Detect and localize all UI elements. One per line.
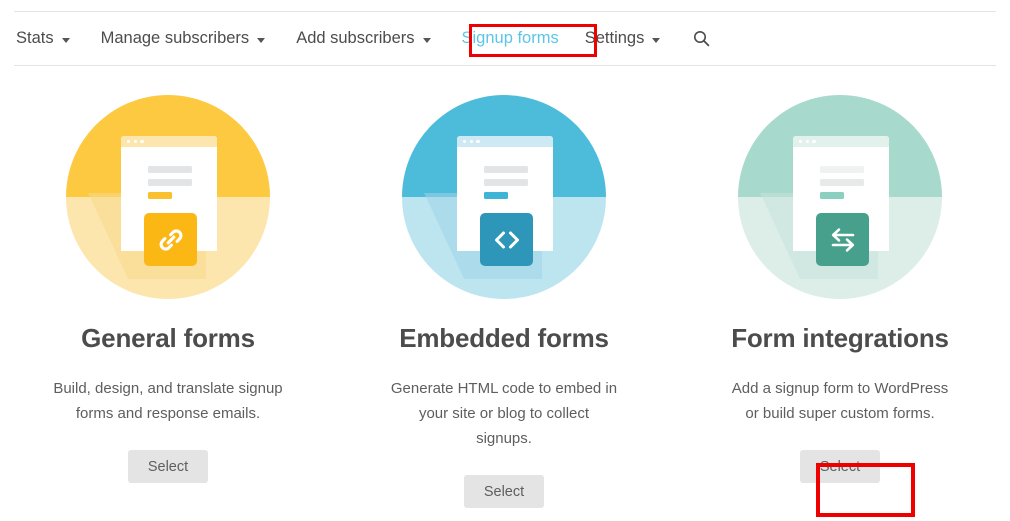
search-icon: [693, 30, 710, 47]
form-type-cards: General forms Build, design, and transla…: [0, 95, 1010, 508]
card-form-integrations: Form integrations Add a signup form to W…: [672, 95, 1008, 508]
placeholder-line: [820, 166, 864, 173]
select-button-general-forms[interactable]: Select: [128, 450, 208, 483]
nav-item-signup-forms[interactable]: Signup forms: [462, 29, 559, 48]
window-dot-icon: [133, 139, 137, 144]
window-dot-icon: [805, 139, 809, 144]
code-icon-badge: [480, 213, 533, 266]
window-title-bar: [457, 136, 553, 147]
card-description: Build, design, and translate signup form…: [53, 380, 283, 422]
card-title: Embedded forms: [399, 323, 609, 353]
link-icon: [156, 225, 186, 255]
search-button[interactable]: [693, 30, 710, 47]
general-forms-illustration: [66, 95, 270, 299]
placeholder-accent-button: [484, 192, 508, 199]
window-dot-icon: [799, 139, 803, 144]
chevron-down-icon: [422, 38, 431, 43]
chevron-down-icon: [61, 38, 70, 43]
placeholder-line: [484, 179, 528, 186]
card-title: General forms: [81, 323, 255, 353]
document-content: [457, 166, 553, 199]
nav-item-stats[interactable]: Stats: [16, 29, 70, 48]
nav-item-manage-subscribers[interactable]: Manage subscribers: [101, 29, 266, 48]
chevron-down-icon: [652, 38, 661, 43]
select-button-form-integrations[interactable]: Select: [800, 450, 880, 483]
link-icon-badge: [144, 213, 197, 266]
document-content: [121, 166, 217, 199]
window-title-bar: [121, 136, 217, 147]
placeholder-line: [148, 179, 192, 186]
swap-arrows-icon: [827, 225, 859, 255]
document-content: [793, 166, 889, 199]
placeholder-line: [820, 179, 864, 186]
nav-item-label: Add subscribers: [296, 29, 415, 47]
card-description: Add a signup form to WordPress or build …: [731, 380, 949, 422]
main-navigation: Stats Manage subscribers Add subscribers…: [14, 11, 996, 66]
window-dot-icon: [463, 139, 467, 144]
nav-item-label: Settings: [584, 29, 645, 47]
swap-arrows-icon-badge: [816, 213, 869, 266]
window-dot-icon: [469, 139, 473, 144]
window-title-bar: [793, 136, 889, 147]
card-description: Generate HTML code to embed in your site…: [390, 380, 618, 447]
nav-item-add-subscribers[interactable]: Add subscribers: [296, 29, 431, 48]
nav-item-label: Manage subscribers: [100, 29, 250, 47]
nav-item-label: Signup forms: [461, 29, 559, 47]
card-title: Form integrations: [731, 323, 949, 353]
window-dot-icon: [127, 139, 131, 144]
select-button-embedded-forms[interactable]: Select: [464, 475, 544, 508]
nav-item-settings[interactable]: Settings: [585, 29, 661, 48]
chevron-down-icon: [257, 38, 266, 43]
placeholder-accent-button: [820, 192, 844, 199]
card-embedded-forms: Embedded forms Generate HTML code to emb…: [336, 95, 672, 508]
nav-item-label: Stats: [16, 29, 54, 47]
placeholder-line: [148, 166, 192, 173]
placeholder-accent-button: [148, 192, 172, 199]
form-integrations-illustration: [738, 95, 942, 299]
placeholder-line: [484, 166, 528, 173]
card-general-forms: General forms Build, design, and transla…: [0, 95, 336, 508]
window-dot-icon: [476, 139, 480, 144]
embedded-forms-illustration: [402, 95, 606, 299]
window-dot-icon: [812, 139, 816, 144]
code-icon: [491, 226, 523, 254]
window-dot-icon: [140, 139, 144, 144]
